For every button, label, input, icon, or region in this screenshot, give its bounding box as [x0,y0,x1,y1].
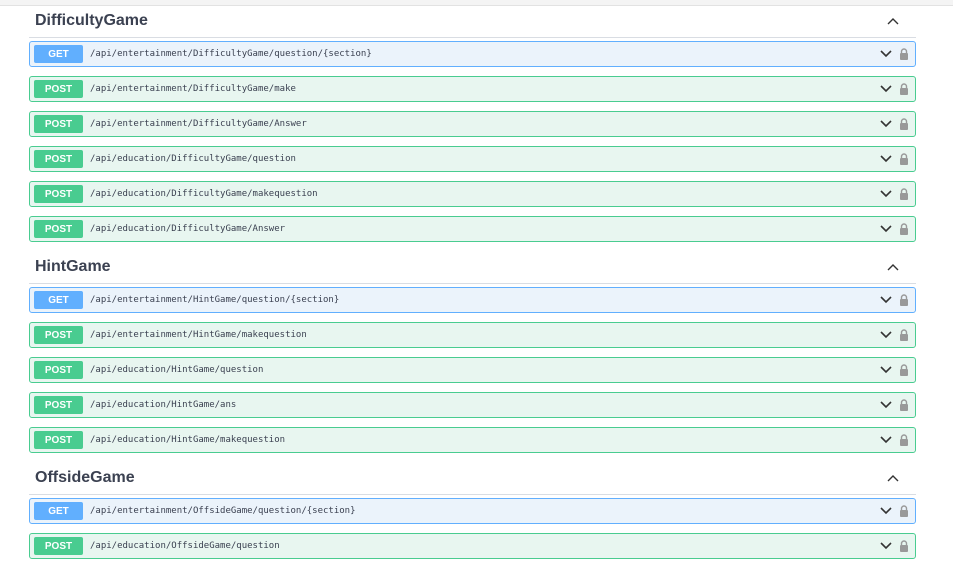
chevron-down-icon[interactable] [880,190,894,198]
operation-row[interactable]: GET /api/entertainment/DifficultyGame/qu… [29,41,916,67]
method-badge: POST [34,220,83,238]
lock-icon[interactable] [899,48,911,60]
tag-section-offsidegame: OffsideGame GET /api/entertainment/Offsi… [29,462,916,559]
operation-path: /api/entertainment/DifficultyGame/make [90,84,296,94]
lock-icon[interactable] [899,153,911,165]
lock-icon[interactable] [899,540,911,552]
operation-row[interactable]: POST /api/education/DifficultyGame/makeq… [29,181,916,207]
lock-icon[interactable] [899,294,911,306]
chevron-down-icon[interactable] [880,50,894,58]
method-badge: POST [34,396,83,414]
method-badge: POST [34,150,83,168]
tag-section-hintgame: HintGame GET /api/entertainment/HintGame… [29,251,916,453]
lock-icon[interactable] [899,329,911,341]
method-badge: GET [34,502,83,520]
operation-row[interactable]: POST /api/education/DifficultyGame/quest… [29,146,916,172]
method-badge: POST [34,537,83,555]
chevron-down-icon[interactable] [880,507,894,515]
lock-icon[interactable] [899,83,911,95]
section-title: HintGame [35,258,111,275]
lock-icon[interactable] [899,223,911,235]
chevron-up-icon[interactable] [878,474,908,482]
operation-path: /api/education/DifficultyGame/makequesti… [90,189,318,199]
operation-row[interactable]: POST /api/education/HintGame/question [29,357,916,383]
method-badge: POST [34,361,83,379]
operation-path: /api/education/HintGame/ans [90,400,237,410]
operation-path: /api/education/HintGame/makequestion [90,435,286,445]
chevron-down-icon[interactable] [880,225,894,233]
operation-path: /api/education/DifficultyGame/question [90,154,296,164]
section-header[interactable]: OffsideGame [29,462,916,495]
operation-path: /api/entertainment/DifficultyGame/questi… [90,49,372,59]
operation-row[interactable]: POST /api/education/DifficultyGame/Answe… [29,216,916,242]
lock-icon[interactable] [899,434,911,446]
chevron-down-icon[interactable] [880,366,894,374]
method-badge: POST [34,185,83,203]
section-header[interactable]: DifficultyGame [29,5,916,38]
chevron-down-icon[interactable] [880,296,894,304]
chevron-down-icon[interactable] [880,331,894,339]
section-header[interactable]: HintGame [29,251,916,284]
method-badge: GET [34,291,83,309]
operation-row[interactable]: GET /api/entertainment/OffsideGame/quest… [29,498,916,524]
operation-row[interactable]: POST /api/entertainment/DifficultyGame/A… [29,111,916,137]
lock-icon[interactable] [899,505,911,517]
operation-row[interactable]: GET /api/entertainment/HintGame/question… [29,287,916,313]
chevron-down-icon[interactable] [880,85,894,93]
chevron-down-icon[interactable] [880,542,894,550]
lock-icon[interactable] [899,118,911,130]
section-title: OffsideGame [35,469,135,486]
operation-path: /api/entertainment/HintGame/makequestion [90,330,307,340]
method-badge: POST [34,431,83,449]
method-badge: POST [34,115,83,133]
operation-row[interactable]: POST /api/education/OffsideGame/question [29,533,916,559]
api-operations-list: DifficultyGame GET /api/entertainment/Di… [29,5,916,568]
method-badge: GET [34,45,83,63]
chevron-up-icon[interactable] [878,263,908,271]
chevron-down-icon[interactable] [880,401,894,409]
section-title: DifficultyGame [35,12,148,29]
operation-row[interactable]: POST /api/entertainment/DifficultyGame/m… [29,76,916,102]
lock-icon[interactable] [899,364,911,376]
operation-path: /api/education/DifficultyGame/Answer [90,224,286,234]
chevron-down-icon[interactable] [880,155,894,163]
lock-icon[interactable] [899,188,911,200]
operation-path: /api/entertainment/HintGame/question/{se… [90,295,340,305]
operation-path: /api/entertainment/OffsideGame/question/… [90,506,356,516]
operation-path: /api/education/OffsideGame/question [90,541,280,551]
tag-section-difficultygame: DifficultyGame GET /api/entertainment/Di… [29,5,916,242]
operation-row[interactable]: POST /api/entertainment/HintGame/makeque… [29,322,916,348]
operation-row[interactable]: POST /api/education/HintGame/ans [29,392,916,418]
method-badge: POST [34,80,83,98]
chevron-up-icon[interactable] [878,17,908,25]
lock-icon[interactable] [899,399,911,411]
operation-path: /api/education/HintGame/question [90,365,264,375]
chevron-down-icon[interactable] [880,120,894,128]
operation-row[interactable]: POST /api/education/HintGame/makequestio… [29,427,916,453]
operation-path: /api/entertainment/DifficultyGame/Answer [90,119,307,129]
method-badge: POST [34,326,83,344]
chevron-down-icon[interactable] [880,436,894,444]
